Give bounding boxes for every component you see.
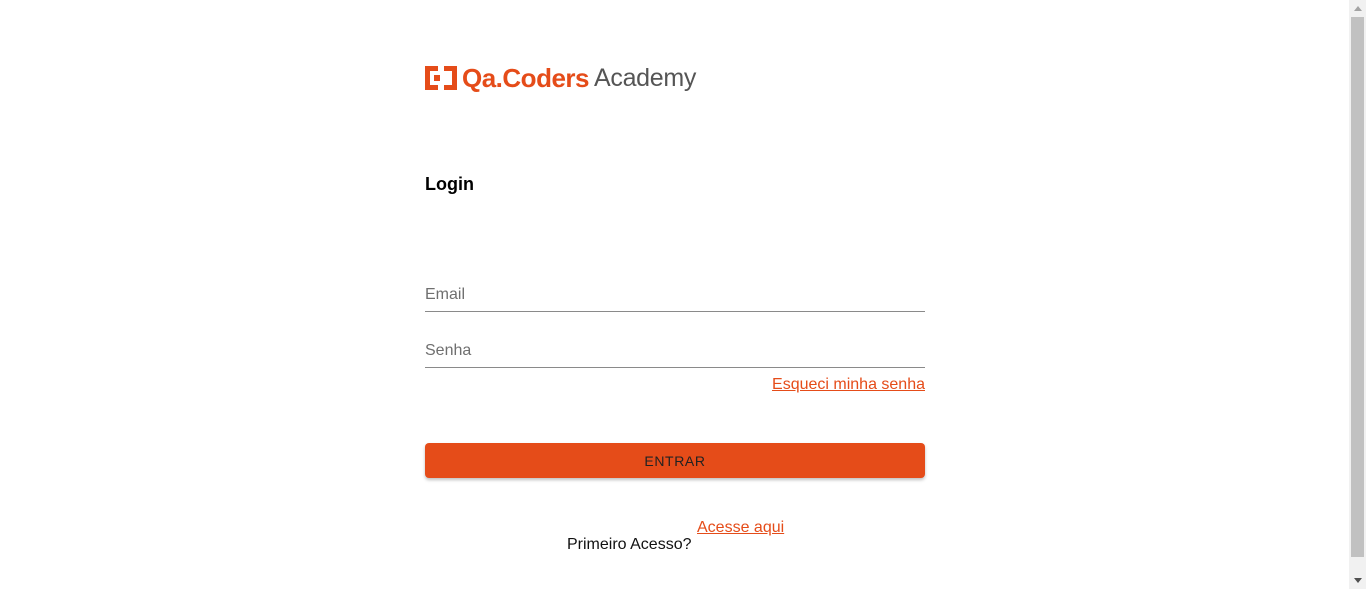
email-input[interactable]	[425, 281, 925, 309]
forgot-password-link[interactable]: Esqueci minha senha	[772, 376, 925, 393]
brackets-logo-icon	[425, 66, 457, 90]
login-title: Login	[425, 174, 474, 194]
email-field	[425, 281, 925, 312]
logo-academy-text: Academy	[594, 64, 697, 92]
first-access-text: Primeiro Acesso?	[567, 536, 692, 553]
scroll-up-button[interactable]	[1349, 0, 1366, 17]
arrow-down-icon	[1353, 578, 1362, 583]
scroll-down-button[interactable]	[1349, 572, 1366, 589]
scrollbar-thumb[interactable]	[1351, 17, 1364, 557]
password-field	[425, 337, 925, 368]
vertical-scrollbar[interactable]	[1349, 0, 1366, 589]
qa-coders-logo: Qa.Coders Academy	[425, 63, 696, 93]
password-input[interactable]	[425, 337, 925, 365]
login-page: Qa.Coders Academy Login Esqueci minha se…	[0, 0, 1349, 589]
logo-brand-text: Qa.Coders	[462, 63, 590, 93]
login-submit-button[interactable]: ENTRAR	[425, 443, 925, 478]
arrow-up-icon	[1353, 6, 1362, 11]
forgot-password-row: Esqueci minha senha	[425, 376, 925, 394]
first-access-link[interactable]: Acesse aqui	[697, 519, 784, 537]
